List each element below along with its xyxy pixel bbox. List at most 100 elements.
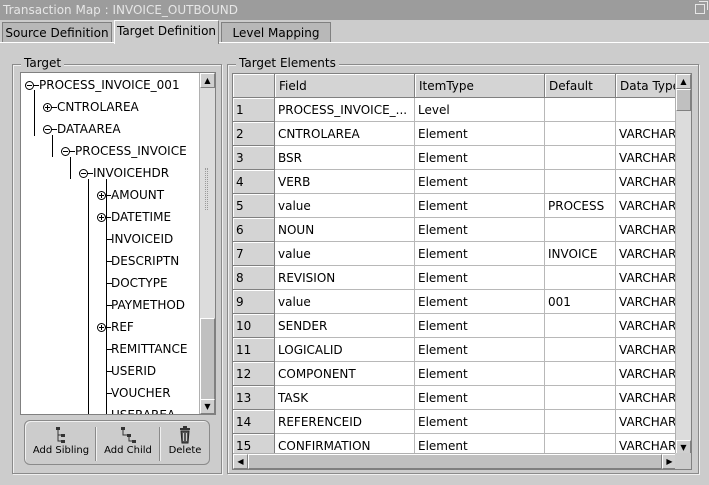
scroll-up-icon[interactable]: ▲	[200, 73, 215, 88]
default-cell[interactable]: INVOICE	[545, 242, 616, 266]
column-header-data-type[interactable]: Data Type	[616, 74, 677, 98]
field-cell[interactable]: value	[275, 290, 415, 314]
default-cell[interactable]	[545, 386, 616, 410]
add-child-button[interactable]: Add Child	[99, 425, 157, 463]
data-type-cell[interactable]: VARCHAR	[616, 194, 677, 218]
target-tree[interactable]: PROCESS_INVOICE_001 CNTROLAREA DATAAREA …	[20, 72, 216, 415]
table-row[interactable]: 2 CNTROLAREA Element VARCHAR	[233, 122, 677, 146]
data-type-cell[interactable]: VARCHAR	[616, 242, 677, 266]
field-cell[interactable]: SENDER	[275, 314, 415, 338]
itemtype-cell[interactable]: Element	[415, 122, 545, 146]
itemtype-cell[interactable]: Element	[415, 362, 545, 386]
itemtype-cell[interactable]: Element	[415, 146, 545, 170]
default-cell[interactable]	[545, 362, 616, 386]
table-row[interactable]: 3 BSR Element VARCHAR	[233, 146, 677, 170]
itemtype-cell[interactable]: Element	[415, 194, 545, 218]
table-hscroll-thumb[interactable]	[248, 454, 662, 469]
data-type-cell[interactable]: VARCHAR	[616, 290, 677, 314]
itemtype-cell[interactable]: Element	[415, 338, 545, 362]
default-cell[interactable]	[545, 146, 616, 170]
tree-scroll-thumb[interactable]	[200, 318, 215, 400]
row-number-cell: 4	[233, 170, 275, 194]
delete-button[interactable]: Delete	[163, 425, 207, 463]
trash-icon	[180, 426, 190, 444]
table-row[interactable]: 6 NOUN Element VARCHAR	[233, 218, 677, 242]
default-cell[interactable]: 001	[545, 290, 616, 314]
data-type-cell[interactable]: VARCHAR	[616, 146, 677, 170]
default-cell[interactable]	[545, 122, 616, 146]
table-row[interactable]: 1 PROCESS_INVOICE_... Level	[233, 98, 677, 122]
table-row[interactable]: 8 REVISION Element VARCHAR	[233, 266, 677, 290]
target-legend: Target	[21, 56, 65, 70]
itemtype-cell[interactable]: Element	[415, 266, 545, 290]
default-cell[interactable]	[545, 410, 616, 434]
tree-vertical-scrollbar[interactable]: ▲ ▼	[199, 73, 215, 414]
itemtype-cell[interactable]: Element	[415, 170, 545, 194]
field-cell[interactable]: REFERENCEID	[275, 410, 415, 434]
data-type-cell[interactable]: VARCHAR	[616, 386, 677, 410]
itemtype-cell[interactable]: Element	[415, 410, 545, 434]
field-cell[interactable]: value	[275, 194, 415, 218]
table-row[interactable]: 9 value Element 001 VARCHAR	[233, 290, 677, 314]
data-type-cell[interactable]: VARCHAR	[616, 338, 677, 362]
itemtype-cell[interactable]: Element	[415, 218, 545, 242]
itemtype-cell[interactable]: Element	[415, 386, 545, 410]
restore-window-icon[interactable]	[695, 1, 708, 14]
field-cell[interactable]: PROCESS_INVOICE_...	[275, 98, 415, 122]
data-type-cell[interactable]: VARCHAR	[616, 218, 677, 242]
default-cell[interactable]	[545, 170, 616, 194]
column-header-field[interactable]: Field	[275, 74, 415, 98]
itemtype-cell[interactable]: Level	[415, 98, 545, 122]
table-row[interactable]: 5 value Element PROCESS VARCHAR	[233, 194, 677, 218]
table-row[interactable]: 12 COMPONENT Element VARCHAR	[233, 362, 677, 386]
add-sibling-button[interactable]: Add Sibling	[29, 425, 93, 463]
field-cell[interactable]: COMPONENT	[275, 362, 415, 386]
field-cell[interactable]: LOGICALID	[275, 338, 415, 362]
data-type-cell[interactable]: VARCHAR	[616, 314, 677, 338]
table-row[interactable]: 11 LOGICALID Element VARCHAR	[233, 338, 677, 362]
target-elements-table[interactable]: Field ItemType Default Data Type 1 PROCES…	[232, 73, 692, 470]
scroll-left-icon[interactable]: ◀	[233, 454, 248, 469]
field-cell[interactable]: NOUN	[275, 218, 415, 242]
table-row[interactable]: 13 TASK Element VARCHAR	[233, 386, 677, 410]
table-row[interactable]: 7 value Element INVOICE VARCHAR	[233, 242, 677, 266]
default-cell[interactable]	[545, 98, 616, 122]
data-type-cell[interactable]: VARCHAR	[616, 170, 677, 194]
default-cell[interactable]	[545, 218, 616, 242]
row-number-cell: 5	[233, 194, 275, 218]
itemtype-cell[interactable]: Element	[415, 242, 545, 266]
table-vertical-scrollbar[interactable]: ▲ ▼	[675, 74, 691, 455]
data-type-cell[interactable]: VARCHAR	[616, 122, 677, 146]
data-type-cell[interactable]	[616, 98, 677, 122]
scroll-up-icon[interactable]: ▲	[676, 74, 691, 89]
default-cell[interactable]: PROCESS	[545, 194, 616, 218]
itemtype-cell[interactable]: Element	[415, 290, 545, 314]
table-row[interactable]: 10 SENDER Element VARCHAR	[233, 314, 677, 338]
data-type-cell[interactable]: VARCHAR	[616, 266, 677, 290]
tab-strip: Source Definition Target Definition Leve…	[0, 20, 709, 44]
tab-divider	[0, 42, 709, 43]
table-row[interactable]: 4 VERB Element VARCHAR	[233, 170, 677, 194]
field-cell[interactable]: REVISION	[275, 266, 415, 290]
table-scroll-thumb[interactable]	[676, 89, 691, 111]
default-cell[interactable]	[545, 338, 616, 362]
table-horizontal-scrollbar[interactable]: ◀ ▶	[233, 453, 677, 469]
tab-source-definition[interactable]: Source Definition	[2, 22, 112, 43]
tab-level-mapping[interactable]: Level Mapping	[221, 22, 331, 43]
scroll-down-icon[interactable]: ▼	[200, 399, 215, 414]
row-number-cell: 7	[233, 242, 275, 266]
field-cell[interactable]: value	[275, 242, 415, 266]
default-cell[interactable]	[545, 266, 616, 290]
default-cell[interactable]	[545, 314, 616, 338]
tab-target-definition[interactable]: Target Definition	[114, 20, 219, 44]
field-cell[interactable]: VERB	[275, 170, 415, 194]
field-cell[interactable]: TASK	[275, 386, 415, 410]
data-type-cell[interactable]: VARCHAR	[616, 410, 677, 434]
field-cell[interactable]: BSR	[275, 146, 415, 170]
column-header-default[interactable]: Default	[545, 74, 616, 98]
column-header-itemtype[interactable]: ItemType	[415, 74, 545, 98]
field-cell[interactable]: CNTROLAREA	[275, 122, 415, 146]
itemtype-cell[interactable]: Element	[415, 314, 545, 338]
data-type-cell[interactable]: VARCHAR	[616, 362, 677, 386]
table-row[interactable]: 14 REFERENCEID Element VARCHAR	[233, 410, 677, 434]
